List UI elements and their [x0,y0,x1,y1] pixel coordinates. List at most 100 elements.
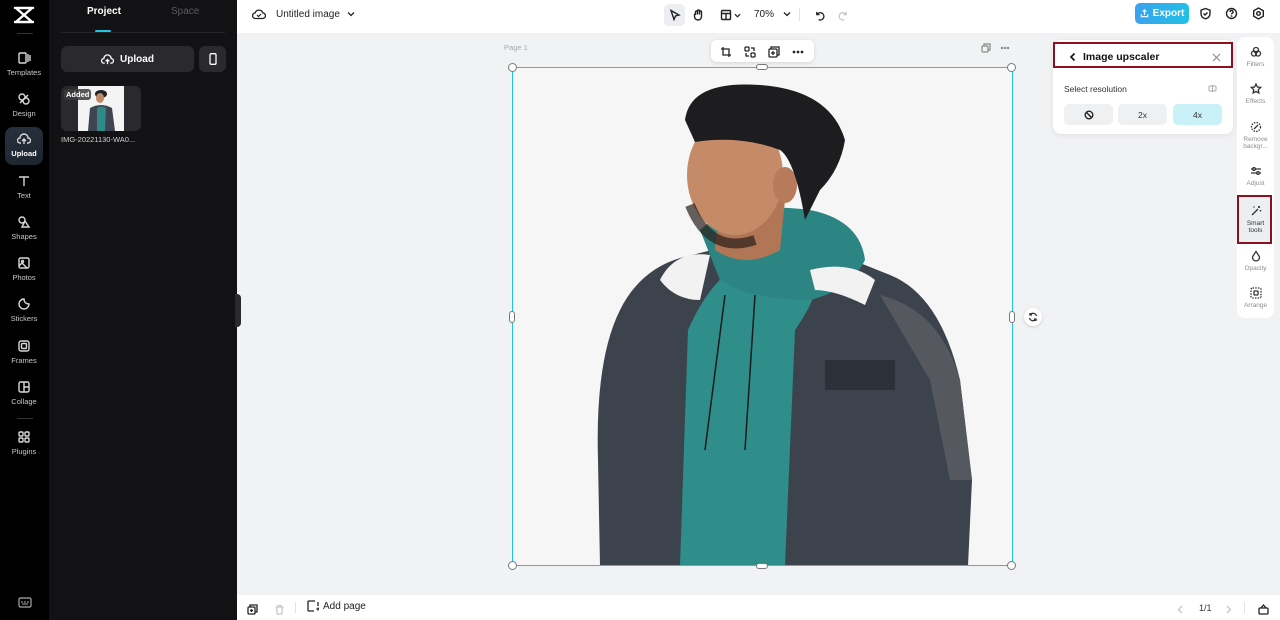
panel-toggle-icon [1258,603,1269,615]
resize-handle-bottom[interactable] [756,563,768,569]
tab-project[interactable]: Project [87,6,121,17]
export-button[interactable]: Export [1135,3,1189,24]
rail-item-text[interactable]: Text [5,169,43,207]
duplicate-page-button[interactable] [981,40,991,53]
upscaler-header: Image upscaler [1053,42,1233,68]
rail-item-label: Adjust [1246,180,1265,187]
rail-item-label: Shapes [11,232,37,241]
upload-button-label: Upload [120,53,154,65]
layout-dropdown-button[interactable] [717,4,743,26]
rail-item-arrange[interactable]: Arrange [1239,287,1272,309]
resize-handle-bottom-left[interactable] [508,561,517,570]
cloud-saved-icon[interactable] [252,8,266,20]
page-panel-toggle-button[interactable] [1258,602,1269,615]
rail-item-label: Photos [12,273,36,282]
rail-item-label: Opacity [1244,265,1267,272]
next-page-button[interactable] [1223,602,1234,614]
tab-space[interactable]: Space [171,6,199,17]
rail-item-shapes[interactable]: Shapes [5,210,43,248]
shield-button[interactable] [1199,7,1212,20]
asset-thumbnail[interactable]: Added [61,86,141,131]
undo-button[interactable] [811,4,827,26]
back-chevron-icon[interactable] [1069,52,1077,62]
top-bar: Untitled image 70% Export [237,0,1280,33]
resolution-2x-button[interactable]: 2x [1118,104,1167,125]
resolution-4x-button[interactable]: 4x [1173,104,1222,125]
resize-handle-top-right[interactable] [1007,63,1016,72]
rail-item-effects[interactable]: Effects [1239,83,1272,105]
close-icon[interactable] [1212,53,1221,62]
zoom-chevron-down-icon[interactable] [783,10,791,18]
chevron-right-icon [1226,605,1232,614]
keyboard-shortcuts-icon[interactable] [18,597,32,608]
hand-tool-button[interactable] [688,4,708,26]
left-rail: Templates Design Upload Text Shapes Phot… [0,0,49,620]
page-more-button[interactable] [1000,40,1010,52]
rail-item-frames[interactable]: Frames [5,334,43,372]
upload-icon [17,133,31,144]
rail-item-design[interactable]: Design [5,87,43,125]
prohibited-icon [1084,110,1093,119]
settings-button[interactable] [1252,7,1265,20]
select-tool-button[interactable] [664,4,685,26]
rail-item-remove-background[interactable]: Remove backgr... [1239,121,1272,150]
page-label: Page 1 [504,43,528,52]
rail-item-smart-tools[interactable]: Smart tools [1239,197,1272,242]
add-page-label: Add page [323,600,366,612]
text-icon [19,176,29,186]
layout-icon [720,9,731,21]
select-resolution-label: Select resolution [1064,84,1127,94]
resize-handle-top[interactable] [756,64,768,70]
previous-page-button[interactable] [1175,602,1186,614]
right-rail: Filters Effects Remove backgr... Adjust … [1237,37,1274,318]
upload-from-phone-button[interactable] [199,46,226,72]
more-options-button[interactable] [792,45,804,57]
redo-button[interactable] [835,4,851,26]
resize-handle-bottom-right[interactable] [1007,561,1016,570]
export-icon [1140,9,1148,18]
rotate-button[interactable] [1024,308,1042,326]
replace-button[interactable] [744,45,756,58]
rail-item-photos[interactable]: Photos [5,251,43,289]
rail-item-plugins[interactable]: Plugins [5,425,43,463]
rail-item-collage[interactable]: Collage [5,375,43,413]
rail-divider [17,33,33,34]
bottom-bar: Add page 1/1 [237,595,1280,620]
duplicate-page-icon [981,43,991,53]
crop-button[interactable] [720,45,732,57]
pointer-icon [669,9,681,21]
page-manager-button[interactable] [247,602,258,615]
help-button[interactable] [1225,7,1238,20]
rail-item-templates[interactable]: Templates [5,46,43,84]
rotate-icon [1028,312,1038,322]
resize-handle-right[interactable] [1009,311,1015,323]
document-title[interactable]: Untitled image [276,9,340,20]
delete-page-button[interactable] [274,602,285,615]
resolution-none-button[interactable] [1064,104,1113,125]
rail-item-opacity[interactable]: Opacity [1239,250,1272,272]
rail-item-stickers[interactable]: Stickers [5,292,43,330]
chevron-down-icon[interactable] [347,10,355,18]
resize-handle-left[interactable] [509,311,515,323]
canvas-image[interactable] [580,80,980,566]
toolbar-divider [799,8,800,21]
resize-handle-top-left[interactable] [508,63,517,72]
collage-icon [18,381,30,393]
rail-item-adjust[interactable]: Adjust [1239,165,1272,187]
panel-tabs: Project Space [61,0,225,33]
zoom-level[interactable]: 70% [754,9,774,20]
rail-item-filters[interactable]: Filters [1239,46,1272,68]
trash-icon [275,604,284,615]
add-page-icon [307,600,319,612]
redo-icon [837,11,847,21]
capcut-logo-icon[interactable] [13,5,35,25]
rail-item-upload[interactable]: Upload [5,127,43,165]
compare-icon[interactable] [1208,84,1217,93]
asset-filename: IMG-20221130-WA0... [61,135,136,144]
rail-divider [17,418,33,419]
help-icon [1225,7,1238,20]
duplicate-button[interactable] [768,45,780,58]
add-page-button[interactable]: Add page [307,600,366,612]
upload-button[interactable]: Upload [61,46,194,72]
rail-item-label: Upload [11,149,37,158]
